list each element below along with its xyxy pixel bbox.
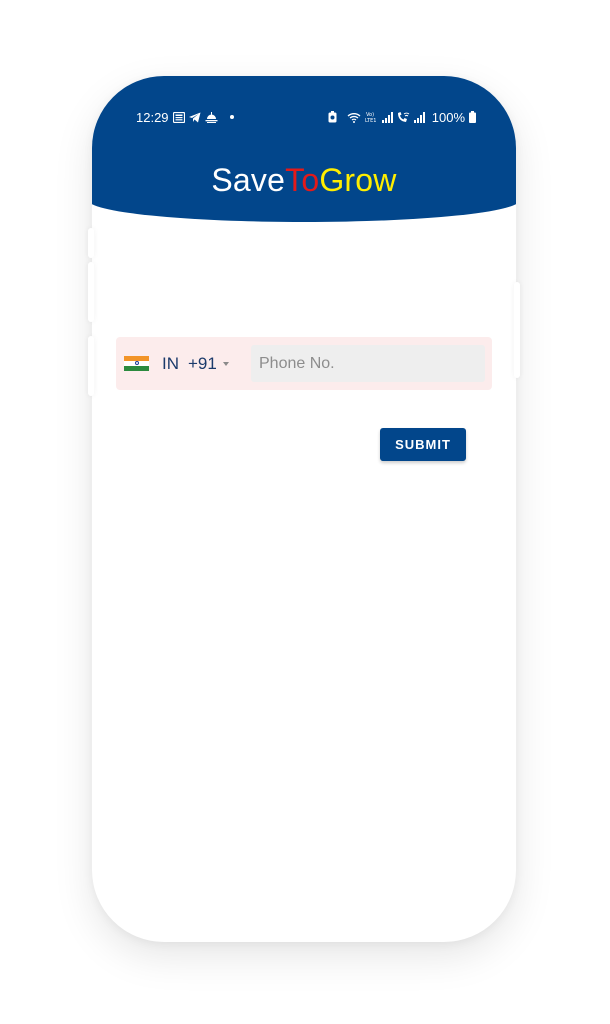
dot-icon xyxy=(229,115,234,119)
alarm-icon xyxy=(328,111,337,123)
volte-icon: Vo) LTE1 xyxy=(365,111,378,123)
side-button-left-3 xyxy=(88,336,94,396)
chevron-down-icon xyxy=(222,362,229,366)
india-flag-icon xyxy=(124,355,149,372)
brand-save: Save xyxy=(211,162,286,198)
app-header xyxy=(92,76,516,222)
svg-text:LTE1: LTE1 xyxy=(365,118,377,123)
status-bar: 12:29 Vo) LTE1 100% xyxy=(136,108,476,126)
country-code: IN xyxy=(162,353,179,373)
battery-icon xyxy=(469,111,476,123)
phone-frame: 12:29 Vo) LTE1 100% SaveToGrow IN +91 Ph… xyxy=(92,76,516,942)
telegram-icon xyxy=(188,112,201,123)
phone-login-form: IN +91 xyxy=(116,337,492,390)
status-time: 12:29 xyxy=(136,109,169,125)
country-code-picker[interactable]: IN +91 xyxy=(116,337,229,390)
app-logo: SaveToGrow xyxy=(92,162,516,199)
side-button-left-2 xyxy=(88,262,94,322)
dial-code: +91 xyxy=(188,353,217,373)
submit-button[interactable]: SUBMIT xyxy=(380,428,466,461)
status-left: 12:29 xyxy=(136,110,234,125)
weather-icon xyxy=(205,111,218,123)
battery-percentage: 100% xyxy=(431,109,465,125)
wifi-calling-icon xyxy=(397,111,410,123)
signal-icon-2 xyxy=(413,111,425,123)
wifi-icon xyxy=(347,112,361,123)
brand-grow: Grow xyxy=(319,162,397,198)
side-button-right xyxy=(514,282,520,378)
side-button-left xyxy=(88,228,94,258)
signal-icon xyxy=(381,111,393,123)
status-right: Vo) LTE1 100% xyxy=(328,110,476,125)
phone-number-input[interactable] xyxy=(251,345,485,382)
news-icon xyxy=(172,111,185,123)
brand-to: To xyxy=(285,162,320,198)
